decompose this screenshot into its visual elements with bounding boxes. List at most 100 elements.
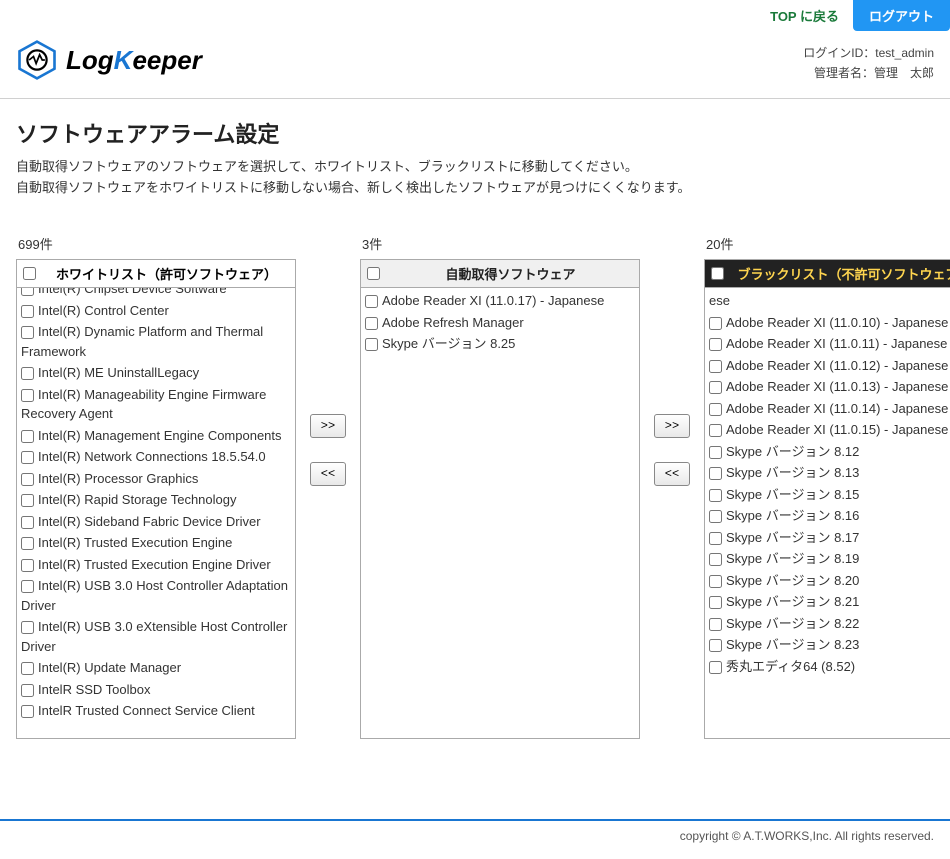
list-item-label: Skype バージョン 8.19 [726,551,859,566]
list-item-checkbox[interactable] [21,705,34,718]
list-item[interactable]: IntelR Trusted Connect Service Client [21,700,291,722]
list-item-checkbox[interactable] [21,662,34,675]
list-item-label: Skype バージョン 8.16 [726,508,859,523]
top-link[interactable]: TOP に戻る [756,0,853,31]
list-item[interactable]: Intel(R) Sideband Fabric Device Driver [21,511,291,533]
list-item[interactable]: Intel(R) Chipset Device Software [21,288,291,300]
list-item[interactable]: Adobe Reader XI (11.0.10) - Japanese [709,312,950,334]
list-item-checkbox[interactable] [21,516,34,529]
list-item-checkbox[interactable] [21,305,34,318]
list-item-checkbox[interactable] [709,446,722,459]
list-item-checkbox[interactable] [21,389,34,402]
list-item[interactable]: Skype バージョン 8.16 [709,505,950,527]
list-item[interactable]: Intel(R) Network Connections 18.5.54.0 [21,446,291,468]
list-item[interactable]: Adobe Reader XI (11.0.12) - Japanese [709,355,950,377]
list-item[interactable]: Skype バージョン 8.22 [709,613,950,635]
whitelist-select-all-checkbox[interactable] [23,267,36,280]
logo: LogKeeper [16,39,202,81]
list-item[interactable]: Adobe Reader XI (11.0.13) - Japanese [709,376,950,398]
list-item-checkbox[interactable] [709,532,722,545]
list-item-checkbox[interactable] [709,381,722,394]
list-item-checkbox[interactable] [21,494,34,507]
list-item[interactable]: Intel(R) Processor Graphics [21,468,291,490]
list-item-checkbox[interactable] [709,338,722,351]
list-item[interactable]: Intel(R) Control Center [21,300,291,322]
list-item[interactable]: Skype バージョン 8.13 [709,462,950,484]
move-right-button-1[interactable]: >> [310,414,346,438]
list-item[interactable]: Skype バージョン 8.25 [365,333,635,355]
list-item-checkbox[interactable] [709,639,722,652]
list-item[interactable]: Adobe Reader XI (11.0.14) - Japanese [709,398,950,420]
list-item[interactable]: Intel(R) ME UninstallLegacy [21,362,291,384]
list-item-checkbox[interactable] [709,575,722,588]
logout-button[interactable]: ログアウト [853,0,950,31]
list-item-checkbox[interactable] [709,403,722,416]
auto-select-all-checkbox[interactable] [367,267,380,280]
move-left-button-1[interactable]: << [310,462,346,486]
list-item[interactable]: Skype バージョン 8.20 [709,570,950,592]
list-item[interactable]: Intel(R) USB 3.0 Host Controller Adaptat… [21,575,291,616]
list-item-checkbox[interactable] [709,510,722,523]
auto-title: 自動取得ソフトウェア [388,264,633,283]
list-item-label: Skype バージョン 8.22 [726,616,859,631]
list-item[interactable]: Intel(R) USB 3.0 eXtensible Host Control… [21,616,291,657]
blacklist-box: ブラックリスト（不許可ソフトウェア） eseAdobe Reader XI (1… [704,259,950,739]
list-item-checkbox[interactable] [709,553,722,566]
list-item-checkbox[interactable] [709,618,722,631]
list-item[interactable]: Skype バージョン 8.12 [709,441,950,463]
list-item-checkbox[interactable] [365,317,378,330]
list-item-checkbox[interactable] [365,295,378,308]
list-item[interactable]: Skype バージョン 8.21 [709,591,950,613]
header-links: TOP に戻る ログアウト [756,0,950,31]
list-item-checkbox[interactable] [709,360,722,373]
list-item[interactable]: Skype バージョン 8.15 [709,484,950,506]
list-item-checkbox[interactable] [21,537,34,550]
list-item-label: Adobe Reader XI (11.0.12) - Japanese [726,358,948,373]
blacklist-select-all-checkbox[interactable] [711,267,724,280]
blacklist-scroll[interactable]: eseAdobe Reader XI (11.0.10) - JapaneseA… [705,288,950,738]
whitelist-scroll[interactable]: Intel(R) Chipset Device SoftwareIntel(R)… [17,288,295,738]
list-item[interactable]: Intel(R) Update Manager [21,657,291,679]
list-item[interactable]: 秀丸エディタ64 (8.52) [709,656,950,678]
list-item-checkbox[interactable] [709,424,722,437]
list-item[interactable]: Adobe Reader XI (11.0.17) - Japanese [365,290,635,312]
list-item-checkbox[interactable] [21,430,34,443]
list-item[interactable]: Intel(R) Dynamic Platform and Thermal Fr… [21,321,291,362]
list-item-label: Intel(R) USB 3.0 Host Controller Adaptat… [21,578,288,613]
list-item[interactable]: Intel(R) Trusted Execution Engine Driver [21,554,291,576]
list-item-checkbox[interactable] [709,489,722,502]
list-item-checkbox[interactable] [21,288,34,296]
list-item-checkbox[interactable] [709,596,722,609]
list-item-checkbox[interactable] [21,473,34,486]
list-item-label: Skype バージョン 8.21 [726,594,859,609]
list-item-checkbox[interactable] [21,580,34,593]
list-item-checkbox[interactable] [709,317,722,330]
list-item-checkbox[interactable] [21,451,34,464]
list-item-checkbox[interactable] [21,367,34,380]
list-item[interactable]: Intel(R) Management Engine Components [21,425,291,447]
list-item[interactable]: Skype バージョン 8.17 [709,527,950,549]
logo-text: LogKeeper [66,45,202,76]
move-left-button-2[interactable]: << [654,462,690,486]
auto-scroll[interactable]: Adobe Reader XI (11.0.17) - JapaneseAdob… [361,288,639,738]
list-item[interactable]: Adobe Refresh Manager [365,312,635,334]
whitelist-items: Intel(R) Chipset Device SoftwareIntel(R)… [17,288,295,724]
list-item[interactable]: Intel(R) Rapid Storage Technology [21,489,291,511]
list-item[interactable]: IntelR SSD Toolbox [21,679,291,701]
list-item[interactable]: Intel(R) Manageability Engine Firmware R… [21,384,291,425]
page-title: ソフトウェアアラーム設定 [16,117,934,149]
list-item[interactable]: Skype バージョン 8.23 [709,634,950,656]
list-item[interactable]: Adobe Reader XI (11.0.11) - Japanese [709,333,950,355]
list-item-checkbox[interactable] [21,621,34,634]
list-item-checkbox[interactable] [709,661,722,674]
list-item-checkbox[interactable] [21,326,34,339]
list-item[interactable]: Adobe Reader XI (11.0.15) - Japanese [709,419,950,441]
auto-header: 自動取得ソフトウェア [361,260,639,288]
list-item-checkbox[interactable] [21,684,34,697]
list-item-checkbox[interactable] [21,559,34,572]
list-item[interactable]: Skype バージョン 8.19 [709,548,950,570]
list-item-checkbox[interactable] [365,338,378,351]
list-item[interactable]: Intel(R) Trusted Execution Engine [21,532,291,554]
list-item-checkbox[interactable] [709,467,722,480]
move-right-button-2[interactable]: >> [654,414,690,438]
